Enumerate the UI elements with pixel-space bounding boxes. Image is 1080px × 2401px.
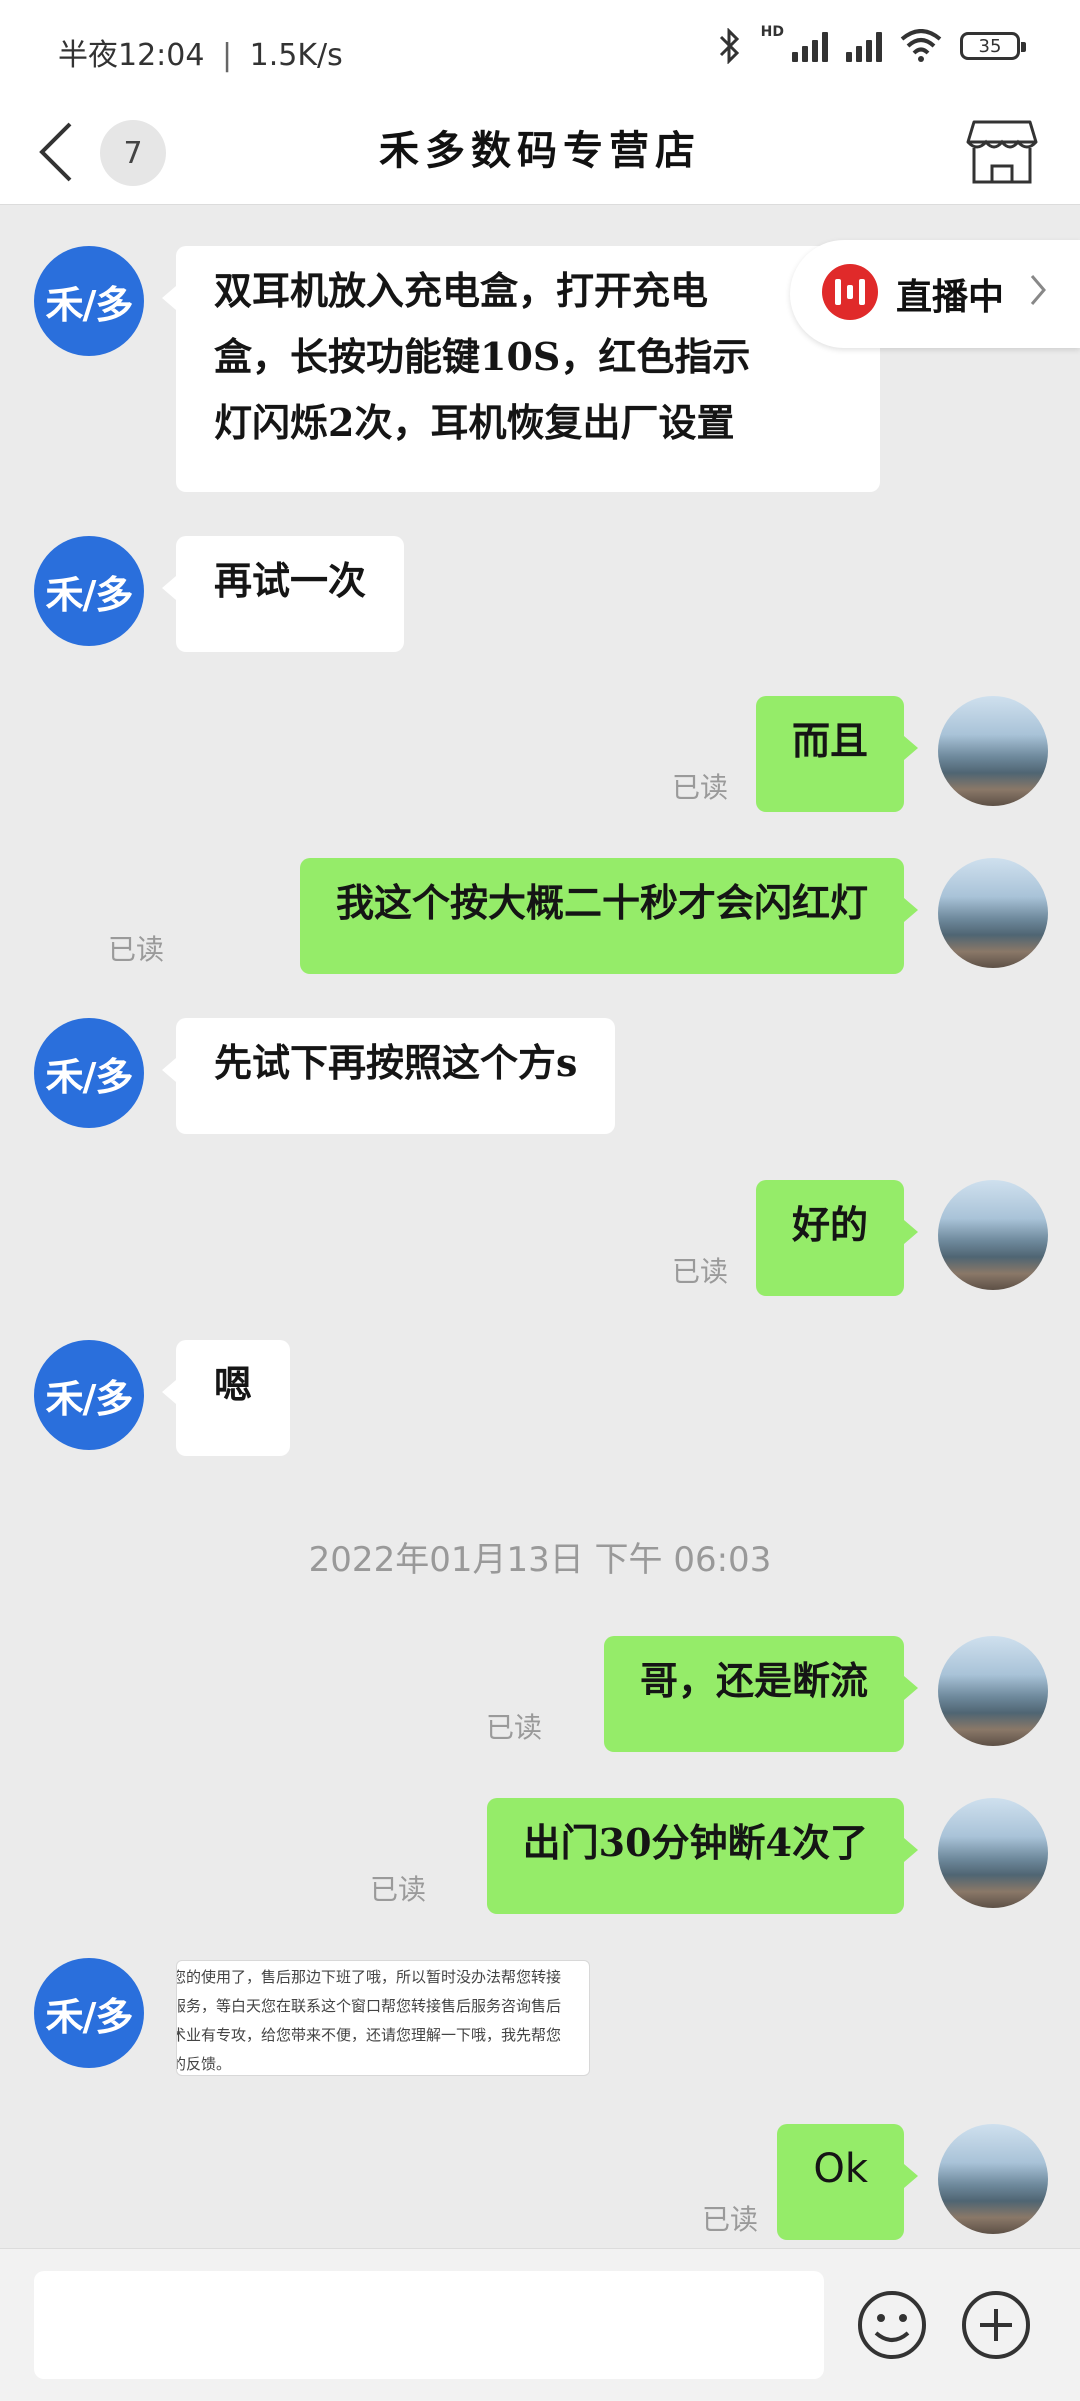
- shop-avatar[interactable]: 禾/多: [34, 1340, 144, 1450]
- status-time: 半夜12:04 | 1.5K/s: [58, 30, 343, 74]
- image-message[interactable]: 您的使用了，售后那边下班了哦，所以暂时没办法帮您转接 服务，等白天您在联系这个窗…: [176, 1960, 590, 2076]
- user-avatar[interactable]: [938, 1798, 1048, 1908]
- live-streaming-badge[interactable]: 直播中: [790, 240, 1080, 348]
- signal-icon-2: [846, 30, 882, 62]
- status-bar: 半夜12:04 | 1.5K/s HD 35: [0, 0, 1080, 100]
- timestamp: 2022年01月13日 下午 06:03: [308, 1540, 772, 1580]
- wifi-icon: [900, 29, 942, 62]
- message-bubble[interactable]: 我这个按大概二十秒才会闪红灯: [299, 858, 919, 974]
- battery-icon: 35: [960, 32, 1026, 60]
- image-text-line: 的反馈。: [176, 2055, 232, 2073]
- message-input[interactable]: [34, 2271, 824, 2379]
- input-bar: [0, 2248, 1080, 2401]
- hd-badge: HD: [760, 24, 784, 40]
- chat-header: 7 禾多数码专营店: [0, 100, 1080, 205]
- message-bubble[interactable]: 出门30分钟断4次了: [486, 1798, 919, 1914]
- message-bubble[interactable]: 双耳机放入充电盒，打开充电 盒，长按功能键10S，红色指示 灯闪烁2次，耳机恢复…: [162, 246, 880, 492]
- shop-avatar[interactable]: 禾/多: [34, 246, 144, 356]
- clock: 半夜12:04: [58, 38, 205, 73]
- read-receipt: 已读: [108, 933, 165, 966]
- message-bubble[interactable]: 而且: [755, 696, 919, 812]
- read-receipt: 已读: [702, 2203, 759, 2236]
- message-bubble[interactable]: 再试一次: [161, 536, 405, 652]
- battery-level: 35: [978, 35, 1002, 57]
- store-icon[interactable]: [964, 114, 1040, 190]
- image-text-line: 术业有专攻，给您带来不便，还请您理解一下哦，我先帮您: [176, 2026, 562, 2044]
- message-bubble[interactable]: 哥，还是断流: [603, 1636, 919, 1752]
- plus-circle-icon[interactable]: [960, 2289, 1032, 2361]
- user-avatar[interactable]: [938, 858, 1048, 968]
- live-stream-icon: [822, 264, 878, 320]
- network-speed: 1.5K/s: [249, 38, 343, 73]
- message-bubble[interactable]: 先试下再按照这个方s: [161, 1018, 616, 1134]
- signal-icon: [792, 30, 828, 62]
- message-bubble[interactable]: Ok: [777, 2124, 918, 2240]
- user-avatar[interactable]: [938, 2124, 1048, 2234]
- status-separator: |: [222, 38, 233, 73]
- shop-avatar[interactable]: 禾/多: [34, 536, 144, 646]
- message-bubble[interactable]: 好的: [755, 1180, 919, 1296]
- message-line: 灯闪烁2次，耳机恢复出厂设置: [214, 400, 735, 445]
- page-title: 禾多数码专营店: [379, 127, 701, 174]
- image-text-line: 服务，等白天您在联系这个窗口帮您转接售后服务咨询售后: [176, 1997, 562, 2015]
- user-avatar[interactable]: [938, 696, 1048, 806]
- shop-avatar[interactable]: 禾/多: [34, 1018, 144, 1128]
- user-avatar[interactable]: [938, 1636, 1048, 1746]
- smiley-icon[interactable]: [856, 2289, 928, 2361]
- chevron-right-icon: [1030, 275, 1046, 305]
- user-avatar[interactable]: [938, 1180, 1048, 1290]
- shop-avatar[interactable]: 禾/多: [34, 1958, 144, 2068]
- bluetooth-icon: [719, 28, 739, 64]
- read-receipt: 已读: [672, 771, 729, 804]
- message-line: 盒，长按功能键10S，红色指示: [214, 334, 751, 379]
- read-receipt: 已读: [486, 1711, 543, 1744]
- message-line: 双耳机放入充电盒，打开充电: [214, 268, 709, 313]
- read-receipt: 已读: [672, 1255, 729, 1288]
- live-label: 直播中: [896, 276, 1005, 318]
- status-icons: HD 35: [715, 24, 1026, 64]
- image-text-line: 您的使用了，售后那边下班了哦，所以暂时没办法帮您转接: [176, 1968, 562, 1986]
- message-bubble[interactable]: 嗯: [161, 1340, 291, 1456]
- read-receipt: 已读: [370, 1873, 427, 1906]
